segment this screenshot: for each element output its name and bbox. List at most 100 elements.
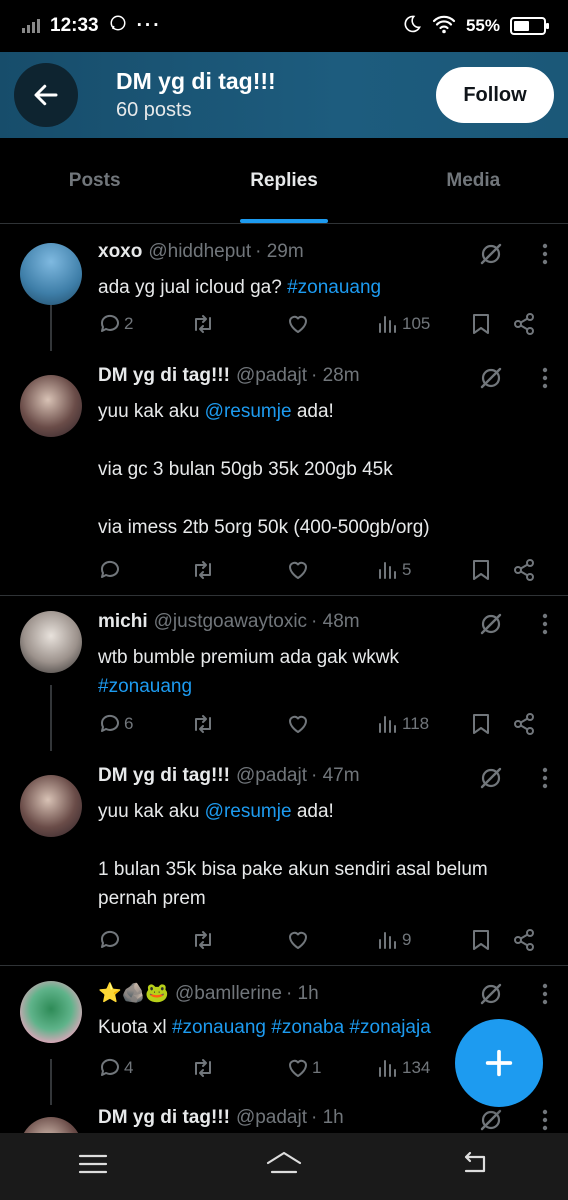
author-name[interactable]: ⭐🪨🐸 [98,981,169,1005]
author-name[interactable]: DM yg di tag!!! [98,1107,230,1129]
plus-icon [485,1049,513,1077]
tweet[interactable]: DM yg di tag!!! @padajt · 28m yuu kak ak… [0,365,568,542]
like-button[interactable] [286,925,312,955]
more-icon[interactable] [542,367,548,394]
more-icon[interactable] [542,1109,548,1133]
view-count: 5 [402,560,412,579]
views-button[interactable]: 9 [376,925,411,955]
tweet-actions: 2 105 [0,309,568,339]
author-handle[interactable]: @padajt [236,365,307,387]
back-button[interactable] [14,63,78,127]
share-button[interactable] [512,309,536,339]
like-button[interactable] [286,709,312,739]
author-name[interactable]: michi [98,611,148,633]
tweet-text-segment: Kuota xl [98,1017,172,1038]
share-button[interactable] [512,925,536,955]
dnd-moon-icon [402,14,422,39]
tweet-link[interactable]: @resumje [205,401,292,422]
tab-media[interactable]: Media [379,138,568,223]
bookmark-button[interactable] [470,555,492,585]
author-handle[interactable]: @bamllerine [175,983,282,1005]
compose-button[interactable] [455,1019,543,1107]
views-button[interactable]: 105 [376,309,430,339]
more-icon[interactable] [542,983,548,1010]
tweet-text-segment: wtb bumble premium ada gak wkwk [98,647,399,668]
tab-replies[interactable]: Replies [189,138,378,223]
tweet-actions: 6 118 [0,709,568,739]
bookmark-button[interactable] [470,309,492,339]
retweet-button[interactable] [190,709,218,739]
retweet-button[interactable] [190,1053,218,1083]
tweet-time: · 29m [255,241,304,262]
views-button[interactable]: 134 [376,1053,430,1083]
tab-posts[interactable]: Posts [0,138,189,223]
like-button[interactable] [286,309,312,339]
status-bar: 12:33 ··· 55% [0,0,568,52]
more-icon[interactable] [542,613,548,640]
reply-button[interactable] [98,555,124,585]
view-count: 105 [402,314,431,333]
like-count: 1 [312,1058,322,1077]
replies-feed: xoxo @hiddheput · 29m ada yg jual icloud… [0,225,568,1133]
tweet-text-segment: ada yg jual icloud ga? [98,277,288,298]
retweet-button[interactable] [190,309,218,339]
reply-button[interactable] [98,925,124,955]
grok-icon[interactable] [478,365,504,396]
grok-icon[interactable] [478,981,504,1012]
tweet-time: · 1h [285,983,319,1004]
author-handle[interactable]: @hiddheput [148,241,251,263]
reply-button[interactable]: 4 [98,1053,133,1083]
like-button[interactable]: 1 [286,1053,321,1083]
author-name[interactable]: xoxo [98,241,142,263]
home-icon[interactable] [265,1150,303,1183]
tweet-time: · 47m [311,765,360,786]
author-handle[interactable]: @padajt [236,765,307,787]
tweet[interactable]: DM yg di tag!!! @padajt · 1h [0,1107,568,1133]
tweet[interactable]: michi @justgoawaytoxic · 48m wtb bumble … [0,611,568,701]
post-count: 60 posts [116,99,192,121]
more-icon[interactable] [542,243,548,270]
views-button[interactable]: 118 [376,709,429,739]
battery-level [514,21,529,31]
like-button[interactable] [286,555,312,585]
grok-icon[interactable] [478,1107,504,1133]
grok-icon[interactable] [478,611,504,642]
share-button[interactable] [512,709,536,739]
menu-icon[interactable] [78,1152,108,1181]
reply-count: 6 [124,714,134,733]
author-name[interactable]: DM yg di tag!!! [98,365,230,387]
more-icon[interactable] [542,767,548,794]
tweet-text-segment: yuu kak aku [98,401,205,422]
reply-button[interactable]: 2 [98,309,133,339]
profile-tabs: Posts Replies Media [0,138,568,224]
tweet-time: · 1h [311,1107,344,1128]
tweet-actions: 9 [0,925,568,955]
share-button[interactable] [512,555,536,585]
tweet-link[interactable]: #zonauang #zonaba #zonajaja [172,1017,431,1038]
tweet-link[interactable]: @resumje [205,801,292,822]
tweet[interactable]: DM yg di tag!!! @padajt · 47m yuu kak ak… [0,765,568,913]
wifi-icon [432,14,456,39]
signal-icon [22,19,40,33]
tweet-text: wtb bumble premium ada gak wkwk #zonauan… [98,643,548,701]
retweet-button[interactable] [190,555,218,585]
author-handle[interactable]: @justgoawaytoxic [154,611,307,633]
thread-separator [0,595,568,596]
view-count: 9 [402,930,412,949]
tweet-link[interactable]: #zonauang [98,676,192,697]
retweet-button[interactable] [190,925,218,955]
tweet[interactable]: xoxo @hiddheput · 29m ada yg jual icloud… [0,241,568,302]
grok-icon[interactable] [478,241,504,272]
tweet-text: ada yg jual icloud ga? #zonauang [98,273,548,302]
author-handle[interactable]: @padajt [236,1107,307,1129]
tweet-link[interactable]: #zonauang [287,277,381,298]
bookmark-button[interactable] [470,709,492,739]
follow-button[interactable]: Follow [436,67,554,123]
author-name[interactable]: DM yg di tag!!! [98,765,230,787]
views-button[interactable]: 5 [376,555,411,585]
system-back-icon[interactable] [460,1151,490,1182]
reply-button[interactable]: 6 [98,709,133,739]
bookmark-button[interactable] [470,925,492,955]
view-count: 134 [402,1058,431,1077]
grok-icon[interactable] [478,765,504,796]
